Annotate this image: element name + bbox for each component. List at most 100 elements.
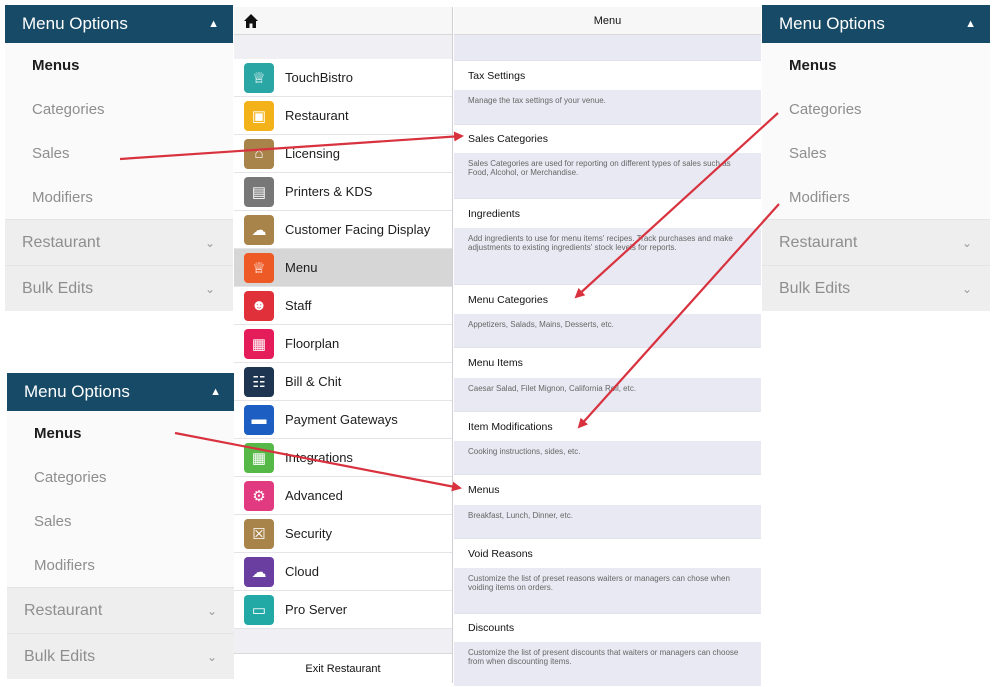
detail-row-tax-settings[interactable]: Tax Settings	[454, 60, 761, 90]
settings-item-payment-gateways[interactable]: ▬ Payment Gateways	[234, 401, 452, 439]
detail-row-void-reasons[interactable]: Void Reasons	[454, 538, 761, 568]
section-restaurant-label: Restaurant	[22, 233, 101, 251]
menu-options-item-categories[interactable]: Categories	[5, 87, 233, 131]
printer-icon: ▤	[244, 176, 274, 207]
detail-row-ingredients[interactable]: Ingredients	[454, 198, 761, 228]
gears-icon: ⚙	[244, 480, 274, 511]
settings-item-label: Menu	[285, 260, 318, 275]
home-icon[interactable]	[243, 13, 259, 29]
settings-item-label: Customer Facing Display	[285, 222, 431, 237]
touchbistro-chef-icon: ♕	[244, 62, 274, 93]
section-restaurant[interactable]: Restaurant ⌄	[7, 587, 235, 633]
menu-options-item-menus[interactable]: Menus	[762, 43, 990, 87]
menu-options-item-modifiers[interactable]: Modifiers	[7, 543, 235, 587]
chevron-down-icon: ⌄	[961, 281, 972, 296]
menu-options-panel-right: Menu Options ▲ Menus Categories Sales Mo…	[762, 5, 990, 311]
menu-options-item-sales[interactable]: Sales	[5, 131, 233, 175]
chevron-down-icon: ⌄	[204, 281, 215, 296]
settings-item-label: Bill & Chit	[285, 374, 342, 389]
exit-restaurant-button[interactable]: Exit Restaurant	[234, 653, 452, 683]
restaurant-storefront-icon: ▣	[244, 100, 274, 131]
settings-item-customer-facing-display[interactable]: ☁ Customer Facing Display	[234, 211, 452, 249]
menu-options-item-menus[interactable]: Menus	[5, 43, 233, 87]
settings-item-printers-kds[interactable]: ▤ Printers & KDS	[234, 173, 452, 211]
detail-row-sales-categories[interactable]: Sales Categories	[454, 124, 761, 153]
menu-options-item-sales[interactable]: Sales	[762, 131, 990, 175]
settings-item-label: Advanced	[285, 488, 343, 503]
credit-card-icon: ▬	[244, 404, 274, 435]
settings-item-label: Integrations	[285, 450, 353, 465]
detail-desc-tax-settings: Manage the tax settings of your venue.	[454, 90, 761, 124]
detail-row-menu-items[interactable]: Menu Items	[454, 347, 761, 378]
settings-item-cloud[interactable]: ☁ Cloud	[234, 553, 452, 591]
chevron-up-icon[interactable]: ▲	[965, 18, 976, 30]
settings-item-touchbistro[interactable]: ♕ TouchBistro	[234, 59, 452, 97]
settings-item-floorplan[interactable]: ▦ Floorplan	[234, 325, 452, 363]
section-bulk-edits-label: Bulk Edits	[779, 279, 851, 297]
chevron-up-icon[interactable]: ▲	[208, 18, 219, 30]
menu-options-header[interactable]: Menu Options ▲	[5, 5, 233, 43]
section-bulk-edits[interactable]: Bulk Edits ⌄	[5, 265, 233, 311]
settings-item-label: TouchBistro	[285, 70, 353, 85]
settings-item-menu[interactable]: ♕ Menu	[234, 249, 452, 287]
chevron-down-icon: ⌄	[961, 235, 972, 250]
section-bulk-edits[interactable]: Bulk Edits ⌄	[762, 265, 990, 311]
detail-desc-sales-categories: Sales Categories are used for reporting …	[454, 153, 761, 198]
menu-options-item-sales[interactable]: Sales	[7, 499, 235, 543]
settings-item-staff[interactable]: ☻ Staff	[234, 287, 452, 325]
menu-options-panel-top-left: Menu Options ▲ Menus Categories Sales Mo…	[5, 5, 233, 311]
detail-desc-item-modifications: Cooking instructions, sides, etc.	[454, 441, 761, 474]
menu-options-item-categories[interactable]: Categories	[762, 87, 990, 131]
settings-item-restaurant[interactable]: ▣ Restaurant	[234, 97, 452, 135]
settings-item-label: Licensing	[285, 146, 340, 161]
menu-options-title: Menu Options	[779, 14, 885, 33]
ipad-menu-detail: Menu Tax Settings Manage the tax setting…	[454, 7, 761, 686]
cloud-icon: ☁	[244, 556, 274, 587]
settings-item-integrations[interactable]: ▦ Integrations	[234, 439, 452, 477]
settings-item-security[interactable]: ☒ Security	[234, 515, 452, 553]
menu-options-item-modifiers[interactable]: Modifiers	[762, 175, 990, 219]
section-bulk-edits[interactable]: Bulk Edits ⌄	[7, 633, 235, 679]
section-bulk-edits-label: Bulk Edits	[24, 647, 96, 665]
detail-row-item-modifications[interactable]: Item Modifications	[454, 411, 761, 441]
detail-desc-void-reasons: Customize the list of preset reasons wai…	[454, 568, 761, 613]
settings-item-label: Cloud	[285, 564, 319, 579]
detail-title: Menu	[454, 7, 761, 35]
settings-item-bill-chit[interactable]: ☷ Bill & Chit	[234, 363, 452, 401]
settings-item-label: Security	[285, 526, 332, 541]
section-restaurant[interactable]: Restaurant ⌄	[762, 219, 990, 265]
section-bulk-edits-label: Bulk Edits	[22, 279, 94, 297]
settings-item-licensing[interactable]: ⌂ Licensing	[234, 135, 452, 173]
settings-item-advanced[interactable]: ⚙ Advanced	[234, 477, 452, 515]
detail-row-discounts[interactable]: Discounts	[454, 613, 761, 642]
ipad-settings-list: ♕ TouchBistro ▣ Restaurant ⌂ Licensing ▤…	[234, 7, 453, 683]
settings-item-label: Payment Gateways	[285, 412, 398, 427]
detail-row-menus[interactable]: Menus	[454, 474, 761, 505]
menu-options-item-menus[interactable]: Menus	[7, 411, 235, 455]
menu-options-item-modifiers[interactable]: Modifiers	[5, 175, 233, 219]
settings-item-pro-server[interactable]: ▭ Pro Server	[234, 591, 452, 629]
menu-options-title: Menu Options	[24, 382, 130, 401]
section-restaurant[interactable]: Restaurant ⌄	[5, 219, 233, 265]
lock-icon: ☒	[244, 518, 274, 549]
menu-options-header[interactable]: Menu Options ▲	[7, 373, 235, 411]
chevron-up-icon[interactable]: ▲	[210, 386, 221, 398]
settings-item-label: Printers & KDS	[285, 184, 373, 199]
menu-chef-icon: ♕	[244, 252, 274, 283]
cfd-chef-hat-icon: ☁	[244, 214, 274, 245]
detail-row-menu-categories[interactable]: Menu Categories	[454, 284, 761, 314]
settings-item-label: Pro Server	[285, 602, 348, 617]
chevron-down-icon: ⌄	[206, 603, 217, 618]
monitor-icon: ▭	[244, 594, 274, 625]
menu-options-panel-bottom-left: Menu Options ▲ Menus Categories Sales Mo…	[7, 373, 235, 679]
integrations-grid-icon: ▦	[244, 442, 274, 473]
menu-options-item-categories[interactable]: Categories	[7, 455, 235, 499]
detail-desc-menu-categories: Appetizers, Salads, Mains, Desserts, etc…	[454, 314, 761, 347]
menu-options-header[interactable]: Menu Options ▲	[762, 5, 990, 43]
detail-spacer	[454, 35, 761, 60]
section-restaurant-label: Restaurant	[779, 233, 858, 251]
chevron-down-icon: ⌄	[206, 649, 217, 664]
section-restaurant-label: Restaurant	[24, 601, 103, 619]
staff-people-icon: ☻	[244, 290, 274, 321]
